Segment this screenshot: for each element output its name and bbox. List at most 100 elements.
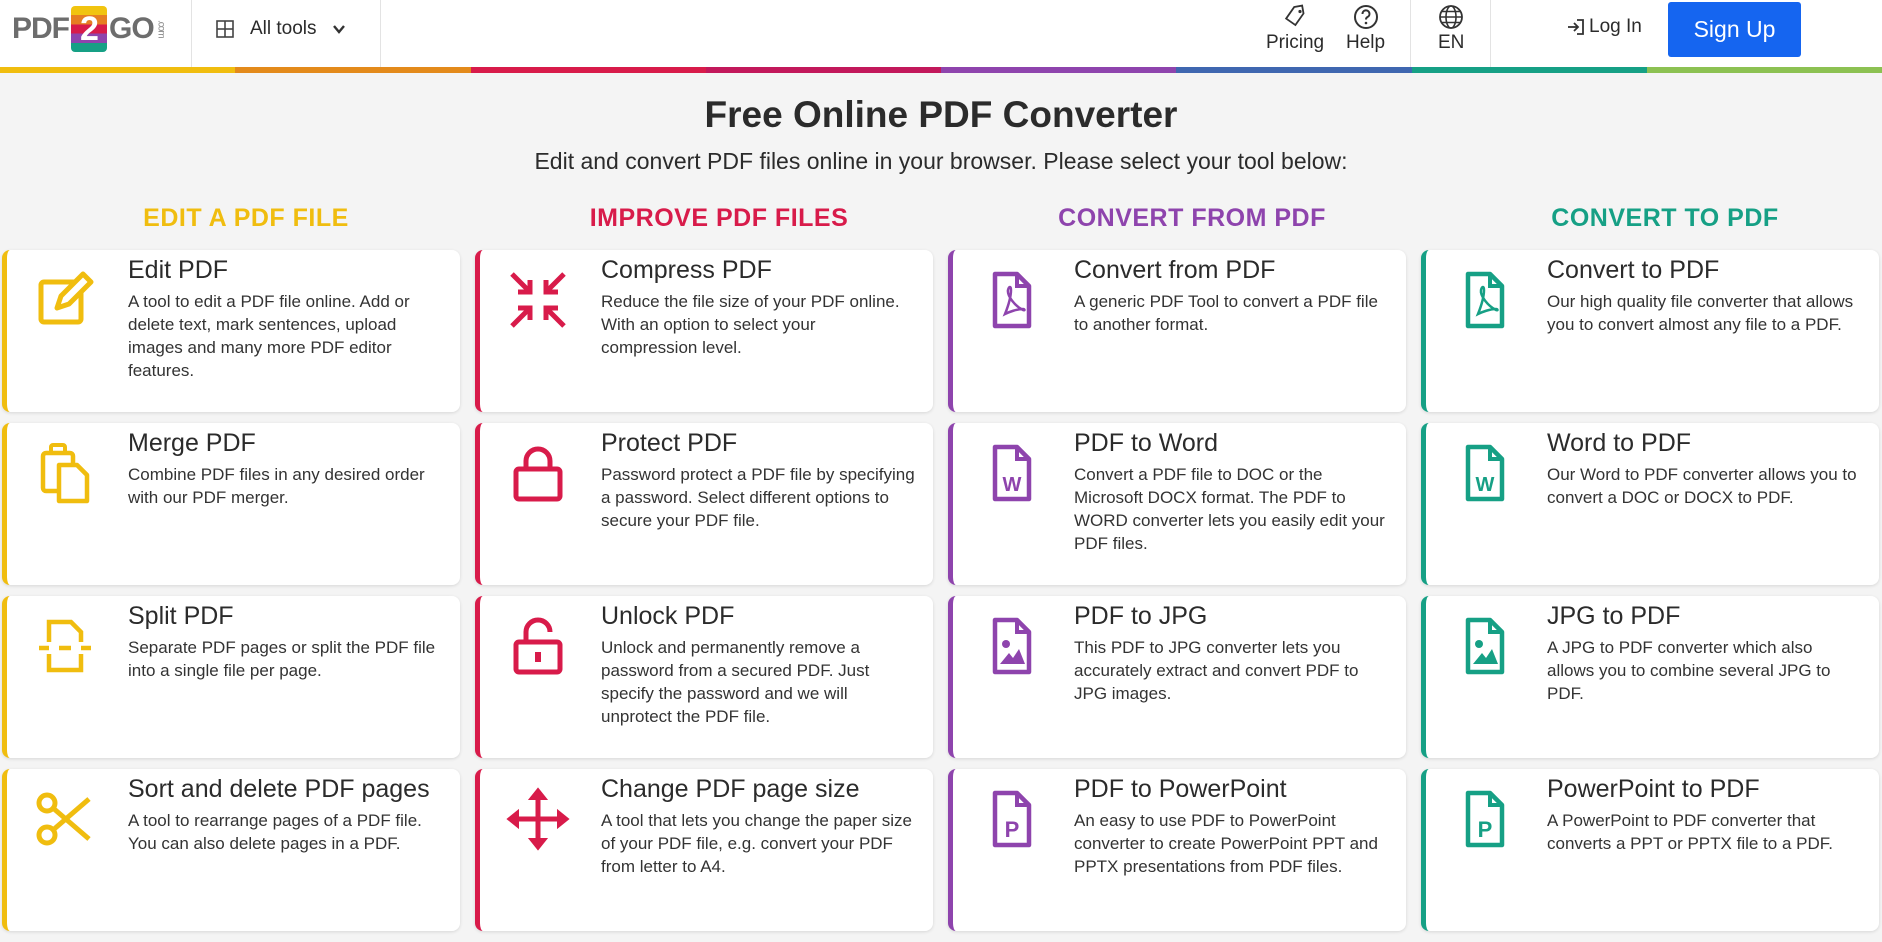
powerpoint-file-icon: P: [1465, 790, 1505, 848]
tool-card[interactable]: P PDF to PowerPoint An easy to use PDF to …: [948, 769, 1406, 931]
tool-card[interactable]: Compress PDF Reduce the file size of your…: [475, 250, 933, 412]
svg-text:P: P: [1005, 817, 1020, 842]
tool-description: Reduce the file size of your PDF online.…: [601, 292, 900, 357]
help-link[interactable]: Help: [1346, 4, 1385, 54]
tool-column: IMPROVE PDF FILES Compress PDF Reduce the …: [475, 204, 933, 942]
tool-title: PDF to Word: [1074, 429, 1219, 457]
sign-in-icon: [1568, 19, 1584, 35]
tool-title: PowerPoint to PDF: [1547, 775, 1760, 803]
move-icon: [506, 787, 570, 851]
tool-card[interactable]: Protect PDF Password protect a PDF file b…: [475, 423, 933, 585]
logo-go-text: GO: [109, 12, 155, 45]
tool-title: Merge PDF: [128, 429, 256, 457]
image-file-icon: [992, 617, 1032, 675]
tool-icon: [979, 268, 1043, 332]
tool-description: A tool to rearrange pages of a PDF file.…: [128, 811, 422, 853]
tool-card[interactable]: PDF to JPG This PDF to JPG converter lets…: [948, 596, 1406, 758]
tool-card[interactable]: JPG to PDF A JPG to PDF converter which a…: [1421, 596, 1879, 758]
login-link[interactable]: Log In: [1566, 16, 1642, 38]
tool-card[interactable]: Sort and delete PDF pages A tool to rearr…: [2, 769, 460, 931]
language-selector[interactable]: EN: [1438, 4, 1464, 54]
tool-card[interactable]: Convert from PDF A generic PDF Tool to co…: [948, 250, 1406, 412]
tool-description: Separate PDF pages or split the PDF file…: [128, 638, 436, 680]
tool-description: Combine PDF files in any desired order w…: [128, 465, 425, 507]
tool-description: A PowerPoint to PDF converter that conve…: [1547, 811, 1833, 853]
tool-card[interactable]: Unlock PDF Unlock and permanently remove …: [475, 596, 933, 758]
powerpoint-file-icon: P: [992, 790, 1032, 848]
column-heading: CONVERT FROM PDF: [1058, 204, 1326, 232]
login-label: Log In: [1589, 16, 1642, 37]
header-divider: [1490, 0, 1491, 67]
tool-icon: [506, 614, 570, 678]
pdf2go-logo[interactable]: PDF 2 GO .com: [12, 4, 174, 54]
tool-icon: [506, 441, 570, 505]
pricing-label: Pricing: [1266, 32, 1325, 53]
header-divider: [380, 0, 381, 67]
tool-title: Compress PDF: [601, 256, 772, 284]
tool-icon: [1452, 268, 1516, 332]
tool-description: Convert a PDF file to DOC or the Microso…: [1074, 465, 1385, 553]
tool-description: A generic PDF Tool to convert a PDF file…: [1074, 292, 1378, 334]
word-file-icon: W: [992, 444, 1032, 502]
tag-icon: [1284, 4, 1305, 27]
tool-description: Password protect a PDF file by specifyin…: [601, 465, 915, 530]
tool-card[interactable]: Convert to PDF Our high quality file conv…: [1421, 250, 1879, 412]
tool-icon: W: [1452, 441, 1516, 505]
tool-card[interactable]: Change PDF page size A tool that lets you…: [475, 769, 933, 931]
lock-icon: [513, 446, 563, 502]
tool-card[interactable]: Merge PDF Combine PDF files in any desire…: [2, 423, 460, 585]
tool-title: Protect PDF: [601, 429, 738, 457]
tool-icon: [506, 787, 570, 851]
tool-title: Change PDF page size: [601, 775, 860, 803]
tool-card[interactable]: W PDF to Word Convert a PDF file to DOC or…: [948, 423, 1406, 585]
pricing-link[interactable]: Pricing: [1266, 4, 1324, 54]
tool-column: CONVERT TO PDF Convert to PDF Our high qua…: [1421, 204, 1879, 942]
tool-card[interactable]: P PowerPoint to PDF A PowerPoint to PDF co…: [1421, 769, 1879, 931]
question-circle-icon: [1353, 5, 1378, 29]
all-tools-dropdown[interactable]: All tools: [216, 12, 347, 46]
tool-icon: [1452, 614, 1516, 678]
tool-description: Our Word to PDF converter allows you to …: [1547, 465, 1857, 507]
svg-text:W: W: [1003, 474, 1022, 496]
tool-title: Sort and delete PDF pages: [128, 775, 430, 803]
merge-icon: [40, 443, 90, 504]
compress-icon: [510, 272, 566, 328]
chevron-down-icon: [332, 25, 345, 34]
header-divider: [1410, 0, 1411, 67]
tool-title: Convert from PDF: [1074, 256, 1276, 284]
tool-icon: [33, 268, 97, 332]
tool-description: A tool that lets you change the paper si…: [601, 811, 912, 876]
logo-pdf-text: PDF: [12, 12, 70, 45]
scissors-icon: [36, 792, 91, 846]
all-tools-label: All tools: [250, 18, 317, 39]
tool-description: An easy to use PDF to PowerPoint convert…: [1074, 811, 1378, 876]
svg-text:P: P: [1478, 817, 1493, 842]
tool-icon: [33, 787, 97, 851]
edit-icon: [38, 271, 94, 325]
tool-column: CONVERT FROM PDF Convert from PDF A generi…: [948, 204, 1406, 942]
column-heading: IMPROVE PDF FILES: [589, 204, 849, 232]
tool-icon: P: [1452, 787, 1516, 851]
tool-column: EDIT A PDF FILE Edit PDF A tool to edit a …: [2, 204, 460, 942]
logo-com-text: .com: [155, 20, 167, 38]
rainbow-divider: [0, 67, 1882, 73]
tool-description: Unlock and permanently remove a password…: [601, 638, 870, 726]
column-heading: EDIT A PDF FILE: [143, 204, 349, 232]
globe-icon: [1439, 5, 1464, 29]
tool-card[interactable]: W Word to PDF Our Word to PDF converter al…: [1421, 423, 1879, 585]
tool-description: This PDF to JPG converter lets you accur…: [1074, 638, 1359, 703]
signup-button[interactable]: Sign Up: [1668, 2, 1801, 57]
tool-card[interactable]: Edit PDF A tool to edit a PDF file online…: [2, 250, 460, 412]
tool-description: A tool to edit a PDF file online. Add or…: [128, 292, 410, 380]
page-subtitle: Edit and convert PDF files online in you…: [534, 148, 1348, 174]
tool-title: Word to PDF: [1547, 429, 1692, 457]
header-divider: [191, 0, 192, 67]
help-label: Help: [1346, 32, 1386, 53]
language-label: EN: [1438, 32, 1465, 53]
tool-title: PDF to JPG: [1074, 602, 1208, 630]
tool-title: Unlock PDF: [601, 602, 735, 630]
top-header: PDF 2 GO .com All tools Pricing Help EN …: [0, 0, 1882, 68]
tool-icon: P: [979, 787, 1043, 851]
tool-card[interactable]: Split PDF Separate PDF pages or split the…: [2, 596, 460, 758]
tool-icon: [33, 614, 97, 678]
